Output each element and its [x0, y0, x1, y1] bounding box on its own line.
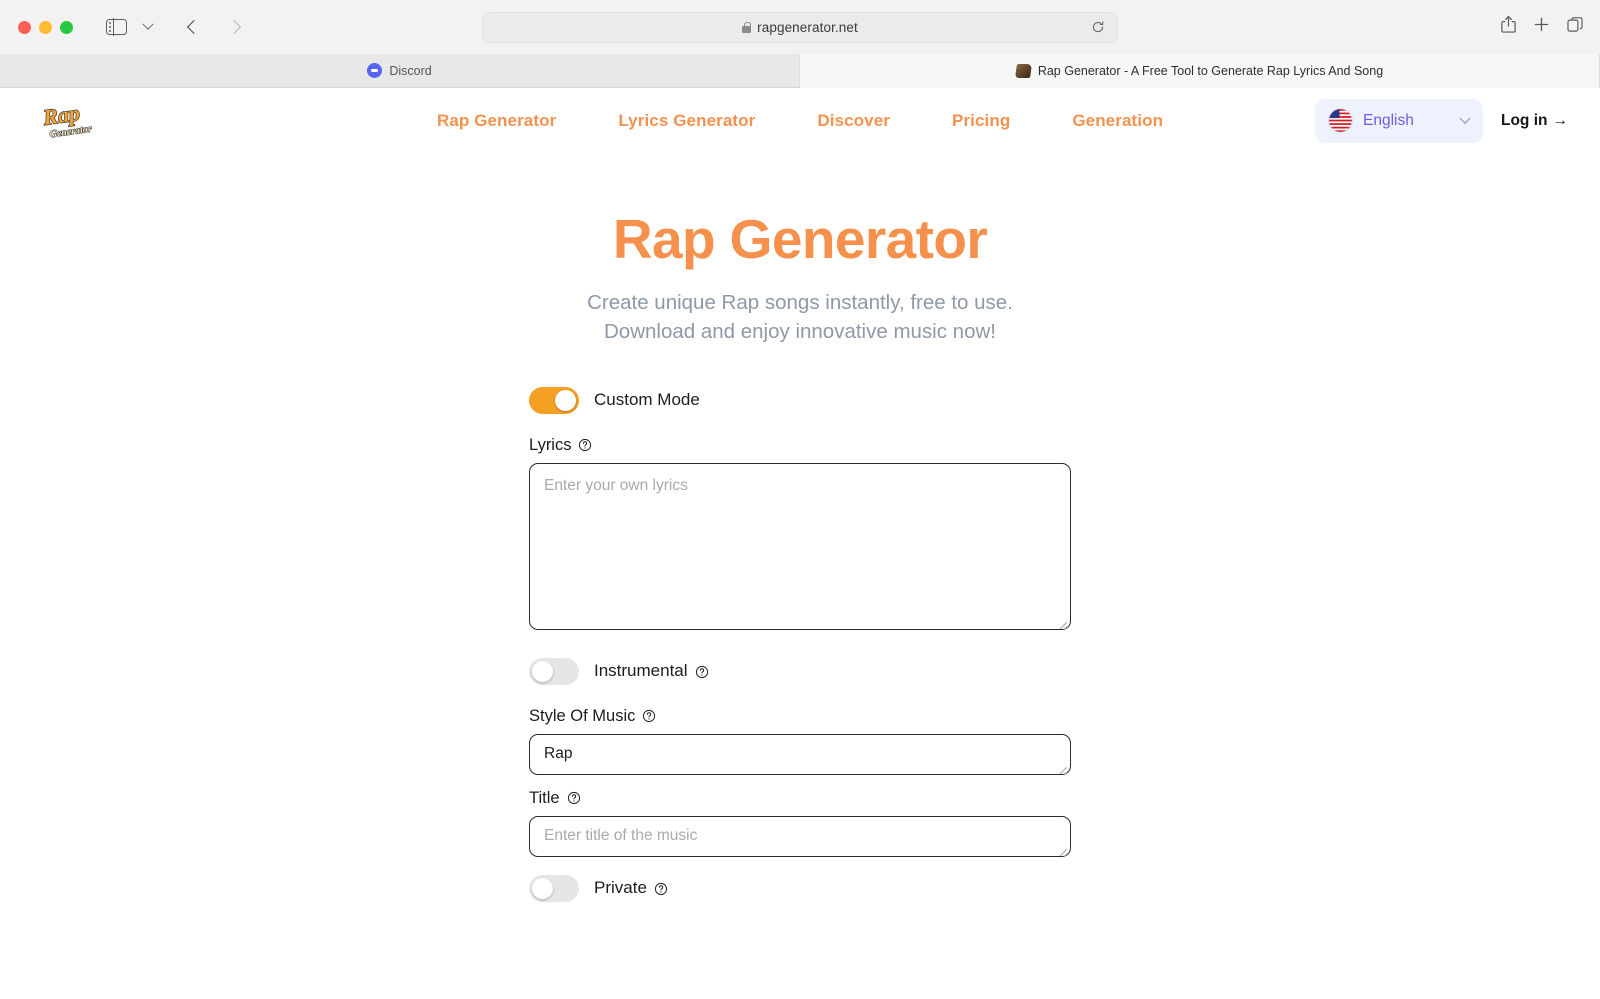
language-label: English — [1363, 111, 1414, 129]
style-of-music-label: Style Of Music — [529, 706, 636, 725]
language-selector[interactable]: English — [1315, 98, 1483, 143]
forward-arrow-icon[interactable] — [219, 13, 249, 41]
login-label: Log in — [1501, 111, 1548, 129]
tab-title: Discord — [389, 63, 432, 78]
nav-item-pricing[interactable]: Pricing — [952, 111, 1010, 131]
browser-toolbar: rapgenerator.net — [0, 0, 1600, 54]
question-circle-icon[interactable] — [567, 791, 581, 805]
question-circle-icon[interactable] — [642, 709, 656, 723]
instrumental-row: Instrumental — [529, 657, 1071, 685]
site-logo[interactable]: Rap Generator — [38, 99, 94, 143]
custom-mode-label: Custom Mode — [594, 390, 700, 410]
private-row: Private — [529, 874, 1071, 902]
style-of-music-field: Rap — [529, 733, 1071, 775]
back-arrow-icon[interactable] — [179, 13, 209, 41]
site-header: Rap Generator Rap Generator Lyrics Gener… — [0, 88, 1600, 153]
browser-tab[interactable]: Rap Generator - A Free Tool to Generate … — [800, 54, 1600, 88]
us-flag-icon — [1329, 109, 1352, 132]
style-of-music-input[interactable]: Rap — [529, 733, 1071, 775]
nav-item-lyrics-generator[interactable]: Lyrics Generator — [618, 111, 755, 131]
new-tab-icon[interactable] — [1533, 16, 1550, 38]
rap-generator-icon — [1014, 63, 1032, 78]
nav-item-discover[interactable]: Discover — [817, 111, 890, 131]
share-icon[interactable] — [1500, 15, 1517, 39]
discord-icon — [367, 63, 383, 78]
url-text: rapgenerator.net — [757, 19, 858, 35]
address-bar[interactable]: rapgenerator.net — [482, 11, 1118, 43]
lyrics-field — [529, 462, 1071, 630]
instrumental-label: Instrumental — [594, 661, 688, 681]
main-navigation: Rap Generator Lyrics Generator Discover … — [437, 111, 1163, 131]
reload-icon[interactable] — [1091, 20, 1105, 34]
sidebar-toggle-icon[interactable] — [101, 13, 131, 41]
custom-mode-row: Custom Mode — [529, 386, 1071, 414]
navigation-arrows — [179, 13, 249, 41]
hero-subtitle: Create unique Rap songs instantly, free … — [0, 288, 1600, 347]
hero-subtitle-line2: Download and enjoy innovative music now! — [603, 320, 996, 344]
style-of-music-label-row: Style Of Music — [529, 707, 1071, 726]
title-input[interactable] — [529, 815, 1071, 857]
page-title: Rap Generator — [612, 208, 988, 270]
tab-title: Rap Generator - A Free Tool to Generate … — [1037, 63, 1384, 78]
instrumental-toggle[interactable] — [529, 657, 579, 685]
lyrics-label-row: Lyrics — [529, 436, 1071, 455]
nav-item-generation[interactable]: Generation — [1072, 111, 1163, 131]
maximize-window-button[interactable] — [60, 20, 73, 34]
login-button[interactable]: Log in → — [1501, 112, 1568, 130]
arrow-right-icon: → — [1552, 111, 1569, 129]
sidebar-controls — [101, 13, 163, 41]
instrumental-label-row: Instrumental — [594, 661, 709, 681]
title-field — [529, 815, 1071, 857]
close-window-button[interactable] — [18, 20, 31, 34]
minimize-window-button[interactable] — [39, 20, 52, 34]
lyrics-input[interactable] — [529, 462, 1071, 630]
chevron-down-icon — [1459, 112, 1471, 124]
page-body: Rap Generator Create unique Rap songs in… — [0, 153, 1600, 902]
lock-icon — [742, 21, 752, 33]
title-label: Title — [529, 788, 560, 807]
question-circle-icon[interactable] — [695, 664, 709, 679]
chevron-down-icon[interactable] — [133, 13, 163, 41]
title-label-row: Title — [529, 789, 1071, 808]
tab-overview-icon[interactable] — [1566, 16, 1584, 39]
question-circle-icon[interactable] — [578, 438, 592, 452]
browser-chrome: rapgenerator.net Discord Rap Generator -… — [0, 0, 1600, 88]
tab-bar: Discord Rap Generator - A Free Tool to G… — [0, 54, 1600, 88]
private-label: Private — [594, 878, 647, 898]
generator-form: Custom Mode Lyrics Instrumental — [529, 347, 1071, 902]
header-right-controls: English Log in → — [1315, 98, 1578, 143]
private-label-row: Private — [594, 878, 668, 898]
custom-mode-toggle[interactable] — [529, 386, 579, 414]
question-circle-icon[interactable] — [654, 881, 668, 896]
browser-tab[interactable]: Discord — [0, 54, 800, 87]
nav-item-rap-generator[interactable]: Rap Generator — [437, 111, 556, 131]
browser-right-tools — [1500, 15, 1584, 39]
window-traffic-lights — [18, 20, 73, 34]
lyrics-label: Lyrics — [529, 435, 572, 454]
hero-subtitle-line1: Create unique Rap songs instantly, free … — [587, 290, 1013, 314]
private-toggle[interactable] — [529, 874, 579, 902]
